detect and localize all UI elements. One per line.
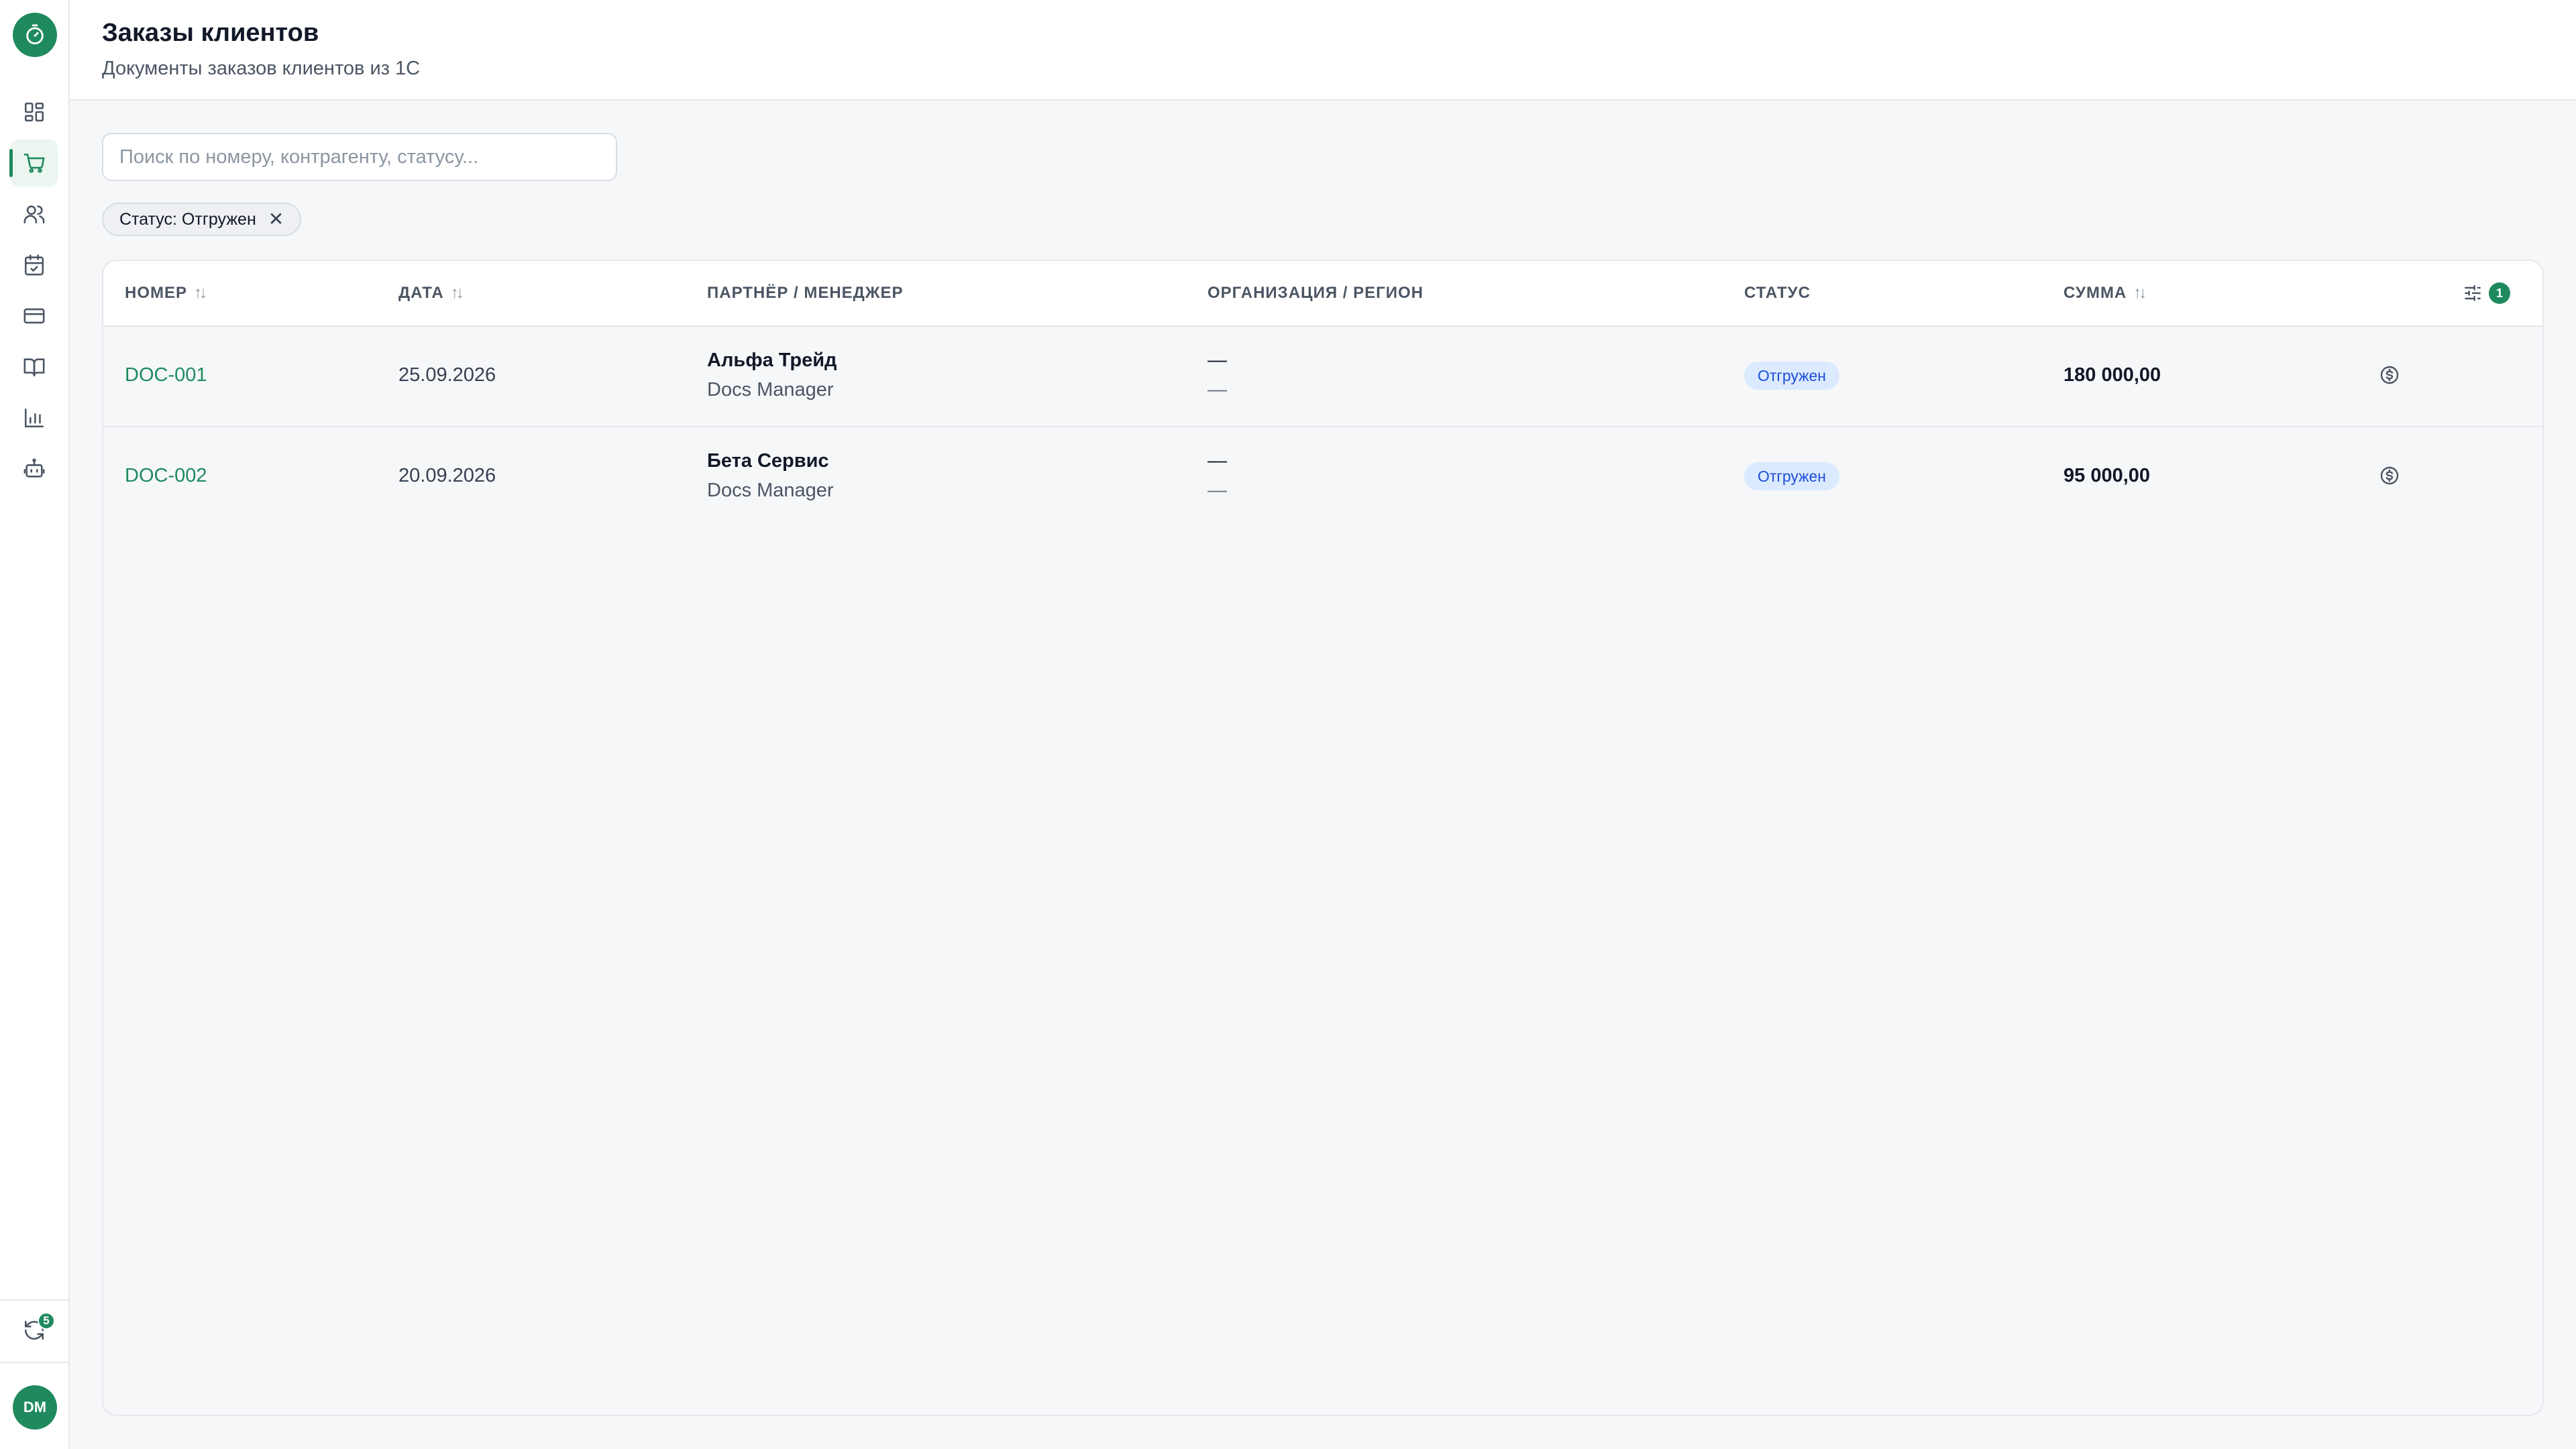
column-label: ПАРТНЁР / МЕНЕДЖЕР: [707, 284, 904, 302]
dashboard-icon: [24, 102, 44, 122]
cart-icon: [23, 153, 45, 173]
column-label: ОРГАНИЗАЦИЯ / РЕГИОН: [1208, 284, 1424, 302]
table-header: НОМЕР ↑↓ ДАТА ↑↓ ПАРТНЁР / МЕНЕДЖЕР ОРГА…: [103, 261, 2542, 327]
sidebar-item-docs[interactable]: [11, 343, 58, 390]
column-header-date[interactable]: ДАТА ↑↓: [398, 284, 464, 303]
page-title: Заказы клиентов: [102, 19, 319, 47]
column-label: СУММА: [2063, 284, 2127, 302]
order-date: 25.09.2026: [398, 364, 496, 386]
sidebar-item-clients[interactable]: [11, 191, 58, 237]
robot-icon: [23, 458, 45, 478]
close-icon[interactable]: ✕: [268, 210, 284, 229]
bar-chart-icon: [24, 408, 44, 428]
sidebar-item-payments[interactable]: [11, 292, 58, 339]
order-date: 20.09.2026: [398, 465, 496, 486]
sidebar-item-reports[interactable]: [11, 394, 58, 441]
credit-card-icon: [23, 308, 45, 324]
organization: —: [1208, 350, 1227, 371]
sidebar: 5 DM: [0, 0, 70, 1449]
order-number-link[interactable]: DOC-001: [125, 364, 207, 386]
users-icon: [23, 205, 45, 224]
payment-dollar-icon[interactable]: [2379, 465, 2400, 486]
column-label: НОМЕР: [125, 284, 188, 302]
filter-chip-label: Статус: Отгружен: [119, 209, 256, 229]
sidebar-item-orders[interactable]: [9, 140, 58, 186]
column-header-org: ОРГАНИЗАЦИЯ / РЕГИОН: [1208, 284, 1424, 303]
column-settings-button[interactable]: 1: [2462, 280, 2516, 307]
sidebar-item-calendar[interactable]: [11, 241, 58, 288]
sync-count-badge: 5: [38, 1312, 55, 1330]
sort-icon: ↑↓: [194, 284, 207, 302]
sort-icon: ↑↓: [450, 284, 464, 302]
partner-name: Альфа Трейд: [707, 350, 837, 371]
table-row[interactable]: DOC-002 20.09.2026 Бета Сервис Docs Mana…: [103, 427, 2542, 527]
logo-timer-icon[interactable]: [13, 13, 57, 57]
sidebar-divider: [0, 1362, 68, 1363]
column-header-number[interactable]: НОМЕР ↑↓: [125, 284, 207, 303]
manager-name: Docs Manager: [707, 480, 834, 501]
calendar-check-icon: [24, 254, 44, 276]
filter-chip-status: Статус: Отгружен ✕: [102, 203, 302, 236]
order-number-link[interactable]: DOC-002: [125, 465, 207, 487]
column-header-status: СТАТУС: [1744, 284, 1811, 303]
page-header: Заказы клиентов Документы заказов клиент…: [70, 0, 2576, 101]
partner-name: Бета Сервис: [707, 450, 829, 472]
order-sum: 180 000,00: [2063, 364, 2161, 386]
orders-table: НОМЕР ↑↓ ДАТА ↑↓ ПАРТНЁР / МЕНЕДЖЕР ОРГА…: [102, 260, 2544, 1416]
avatar[interactable]: DM: [13, 1385, 57, 1430]
column-header-sum[interactable]: СУММА ↑↓: [2063, 284, 2147, 303]
column-label: ДАТА: [398, 284, 444, 302]
book-icon: [23, 358, 45, 377]
sliders-icon: [2465, 285, 2481, 301]
sidebar-item-dashboard[interactable]: [11, 89, 58, 136]
sort-icon: ↑↓: [2133, 284, 2147, 302]
status-badge: Отгружен: [1744, 362, 1839, 390]
organization: —: [1208, 450, 1227, 472]
table-row[interactable]: DOC-001 25.09.2026 Альфа Трейд Docs Mana…: [103, 327, 2542, 427]
manager-name: Docs Manager: [707, 379, 834, 400]
page-subtitle: Документы заказов клиентов из 1С: [102, 58, 421, 79]
sidebar-divider: [0, 1299, 68, 1301]
status-badge: Отгружен: [1744, 462, 1839, 490]
search-input[interactable]: [102, 133, 617, 181]
payment-dollar-icon[interactable]: [2379, 364, 2400, 386]
region: —: [1208, 379, 1227, 400]
column-settings-badge: 1: [2489, 282, 2510, 304]
region: —: [1208, 480, 1227, 501]
column-label: СТАТУС: [1744, 284, 1811, 302]
column-header-partner: ПАРТНЁР / МЕНЕДЖЕР: [707, 284, 903, 303]
sidebar-item-bot[interactable]: [11, 445, 58, 492]
order-sum: 95 000,00: [2063, 465, 2151, 486]
